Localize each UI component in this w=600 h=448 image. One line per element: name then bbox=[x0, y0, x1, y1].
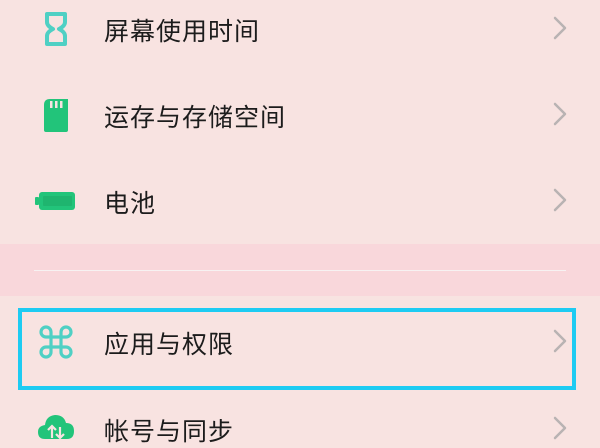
settings-item-label: 帐号与同步 bbox=[104, 417, 235, 446]
chevron-right-icon bbox=[553, 188, 567, 212]
settings-item-screen-time[interactable]: 屏幕使用时间 bbox=[0, 0, 600, 58]
chevron-right-icon bbox=[553, 16, 567, 40]
settings-screen: 屏幕使用时间 运存与存储空间 电池 应用与权限 帐号与同步 bbox=[0, 0, 600, 448]
settings-item-account-sync[interactable]: 帐号与同步 bbox=[0, 400, 600, 448]
sd-card-icon bbox=[34, 93, 78, 137]
cloud-sync-icon bbox=[34, 406, 78, 448]
settings-item-label: 应用与权限 bbox=[104, 330, 235, 359]
battery-icon bbox=[34, 179, 78, 223]
settings-item-label: 电池 bbox=[104, 189, 157, 218]
settings-item-label: 运存与存储空间 bbox=[104, 103, 287, 132]
chevron-right-icon bbox=[553, 416, 567, 440]
chevron-right-icon bbox=[553, 329, 567, 353]
hourglass-icon bbox=[34, 7, 78, 51]
settings-item-storage[interactable]: 运存与存储空间 bbox=[0, 86, 600, 144]
settings-item-label: 屏幕使用时间 bbox=[104, 17, 261, 46]
chevron-right-icon bbox=[553, 102, 567, 126]
divider bbox=[34, 270, 566, 271]
command-icon bbox=[34, 320, 78, 364]
settings-item-apps-permissions[interactable]: 应用与权限 bbox=[0, 313, 600, 371]
settings-item-battery[interactable]: 电池 bbox=[0, 172, 600, 230]
